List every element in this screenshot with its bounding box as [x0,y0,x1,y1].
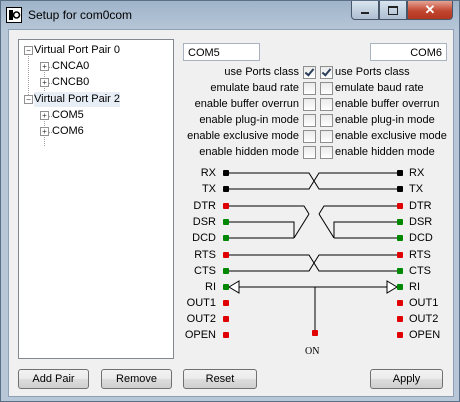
left-signal-dot-out2[interactable] [223,316,229,322]
right-signal-label: RX [409,167,425,179]
apply-button[interactable]: Apply [370,369,443,389]
left-signal-label: RTS [194,249,216,261]
left-signal-dot-rx[interactable] [223,170,229,176]
right-signal-dot-dsr[interactable] [397,219,403,225]
left-signal-dot-dsr[interactable] [223,219,229,225]
wire-tx-rx [227,172,399,190]
close-button[interactable]: ✕ [407,1,453,20]
wire-cts-rts [227,254,399,272]
left-signal-dot-rts[interactable] [223,252,229,258]
left-signal-dot-dcd[interactable] [223,235,229,241]
right-signal-label: TX [409,183,424,195]
maximize-button[interactable] [379,1,407,20]
wire-rx-tx [227,172,399,190]
minimize-icon [361,11,369,14]
ri-left-arrow [228,280,240,294]
left-signal-dot-tx[interactable] [223,186,229,192]
right-signal-label: OUT2 [409,313,439,325]
app-icon[interactable] [6,7,22,23]
on-signal-dot[interactable] [312,330,318,336]
add-pair-button[interactable]: Add Pair [18,369,89,389]
wire-dtr-cross [293,213,310,239]
left-signal-label: OPEN [184,329,216,341]
wire-dtr-right [318,205,399,215]
right-signal-dot-rts[interactable] [397,252,403,258]
left-signal-label: OUT2 [186,313,216,325]
window: Setup for com0com ✕ − Virtual Port Pair … [0,0,460,402]
remove-button[interactable]: Remove [101,369,172,389]
close-icon: ✕ [424,2,436,17]
left-signal-dot-cts[interactable] [223,268,229,274]
right-signal-label: OUT1 [409,297,439,309]
left-signal-dot-ri[interactable] [223,284,229,290]
on-label: ON [305,346,320,357]
reset-button[interactable]: Reset [183,369,257,389]
right-signal-label: OPEN [409,329,441,341]
right-signal-dot-out1[interactable] [397,300,403,306]
left-signal-label: DCD [192,232,216,244]
wire-rts-cts [227,254,399,272]
wire-dsr-right [333,221,399,238]
left-signal-label: RI [205,281,216,293]
right-signal-dot-out2[interactable] [397,316,403,322]
right-signal-label: DSR [409,216,433,228]
right-signal-label: DCD [409,232,433,244]
right-signal-dot-dtr[interactable] [397,203,403,209]
right-signal-dot-rx[interactable] [397,170,403,176]
left-signal-label: DSR [192,216,216,228]
left-signal-label: TX [201,183,216,195]
maximize-icon [388,5,398,15]
right-signal-dot-dcd[interactable] [397,235,403,241]
signal-wiring-diagram [227,172,399,330]
wire-dtr-left [227,205,310,215]
left-signal-label: DTR [193,200,216,212]
left-signal-label: OUT1 [186,297,216,309]
window-title: Setup for com0com [28,8,133,22]
left-signal-dot-dtr[interactable] [223,203,229,209]
right-signal-dot-ri[interactable] [397,284,403,290]
right-signal-dot-cts[interactable] [397,268,403,274]
right-signal-label: DTR [409,200,432,212]
right-signal-label: CTS [409,265,431,277]
ri-right-arrow [386,280,398,294]
wire-dsr-left [227,221,295,238]
dialog-client: − Virtual Port Pair 0 + CNCA0 + CNCB0 − … [8,29,454,397]
minimize-button[interactable] [351,1,379,20]
left-signal-dot-open[interactable] [223,332,229,338]
left-signal-label: RX [200,167,216,179]
right-signal-dot-tx[interactable] [397,186,403,192]
wire-dtr-cross [318,213,335,239]
titlebar[interactable]: Setup for com0com ✕ [1,1,459,29]
left-signal-label: CTS [194,265,216,277]
caption-buttons: ✕ [351,1,453,21]
right-signal-dot-open[interactable] [397,332,403,338]
right-signal-label: RTS [409,249,431,261]
right-signal-label: RI [409,281,420,293]
left-signal-dot-out1[interactable] [223,300,229,306]
